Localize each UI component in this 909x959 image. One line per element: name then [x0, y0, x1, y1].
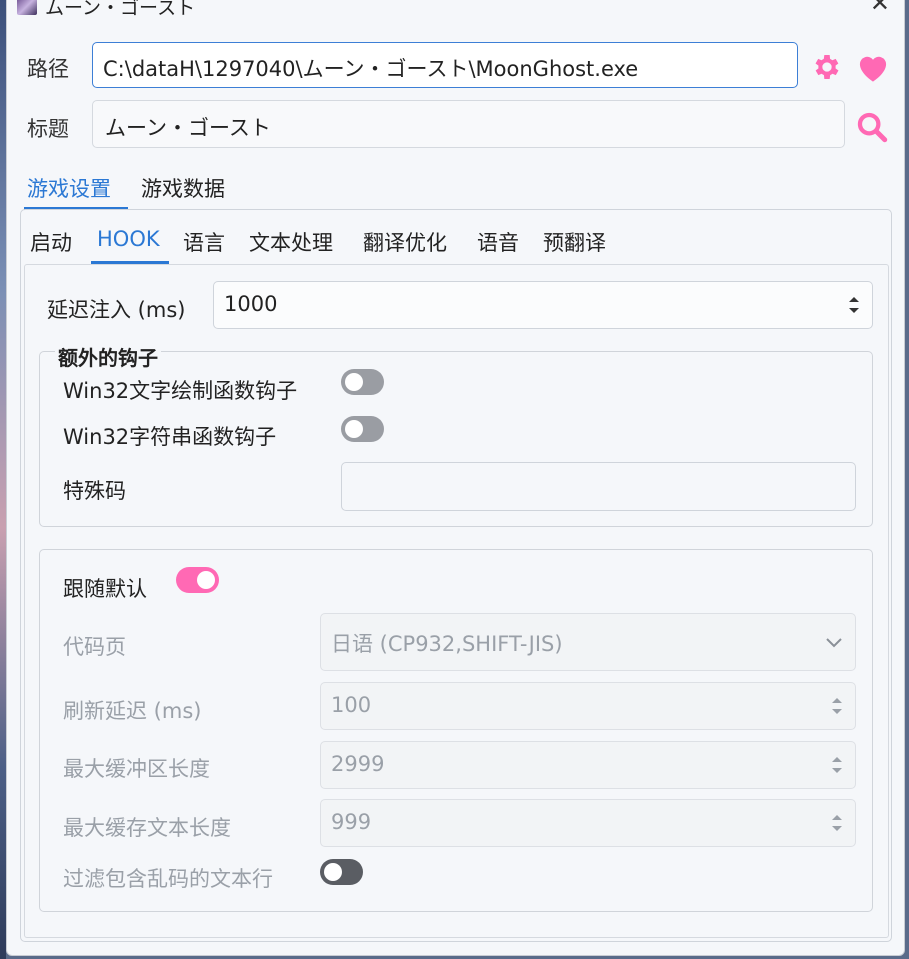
spin-arrows-icon[interactable] [831, 812, 843, 834]
max-cache-label: 最大缓存文本长度 [63, 816, 231, 840]
win32-string-hook-toggle[interactable] [341, 416, 384, 442]
window-title: ムーン・ゴースト [45, 0, 196, 19]
win32-string-hook-label: Win32字符串函数钩子 [63, 425, 277, 449]
max-buffer-value: 2999 [331, 752, 385, 776]
special-code-label: 特殊码 [63, 479, 126, 503]
special-code-input[interactable] [341, 462, 856, 511]
spin-arrows-icon[interactable] [831, 754, 843, 776]
refresh-delay-spinbox[interactable]: 100 [320, 682, 856, 730]
follow-default-toggle[interactable] [176, 567, 219, 593]
max-buffer-spinbox[interactable]: 2999 [320, 741, 856, 789]
tab-game-settings[interactable]: 游戏设置 [27, 173, 111, 203]
delay-inject-value: 1000 [224, 292, 278, 316]
subtab-translation-optimization[interactable]: 翻译优化 [363, 227, 447, 257]
max-cache-spinbox[interactable]: 999 [320, 799, 856, 847]
title-bar: ムーン・ゴースト ✕ [7, 0, 904, 19]
search-icon[interactable] [855, 110, 889, 148]
app-icon [17, 0, 37, 15]
filter-garbled-label: 过滤包含乱码的文本行 [63, 867, 273, 891]
path-input[interactable]: C:\dataH\1297040\ムーン・ゴースト\MoonGhost.exe [92, 42, 798, 88]
subtab-launch[interactable]: 启动 [30, 227, 72, 257]
tab-game-data[interactable]: 游戏数据 [141, 173, 225, 203]
win32-text-hook-toggle[interactable] [341, 369, 384, 395]
refresh-delay-value: 100 [331, 693, 372, 717]
game-settings-window: ムーン・ゴースト ✕ 路径 C:\dataH\1297040\ムーン・ゴースト\… [6, 0, 905, 956]
subtab-hook[interactable]: HOOK [97, 227, 160, 251]
max-buffer-label: 最大缓冲区长度 [63, 757, 210, 781]
subtab-voice[interactable]: 语音 [477, 227, 519, 257]
subtab-pre-translation[interactable]: 预翻译 [543, 227, 606, 257]
title-label: 标题 [27, 117, 69, 141]
heart-icon[interactable] [855, 51, 891, 87]
title-input[interactable]: ムーン・ゴースト [92, 100, 845, 148]
gear-icon[interactable] [811, 51, 843, 87]
subtab-text-processing[interactable]: 文本处理 [249, 227, 333, 257]
delay-inject-spinbox[interactable]: 1000 [213, 281, 873, 329]
codepage-label: 代码页 [63, 635, 126, 659]
max-cache-value: 999 [331, 810, 372, 834]
win32-text-hook-label: Win32文字绘制函数钩子 [63, 379, 298, 403]
refresh-delay-label: 刷新延迟 (ms) [63, 699, 202, 723]
chevron-down-icon [826, 638, 842, 648]
default-settings-group [39, 549, 873, 912]
close-icon[interactable]: ✕ [870, 0, 890, 15]
spin-arrows-icon[interactable] [831, 695, 843, 717]
subtab-language[interactable]: 语言 [183, 227, 225, 257]
path-label: 路径 [27, 57, 69, 81]
codepage-select[interactable]: 日语 (CP932,SHIFT-JIS) [320, 613, 856, 671]
follow-default-label: 跟随默认 [63, 577, 147, 601]
extra-hooks-title: 额外的钩子 [55, 342, 161, 371]
spin-arrows-icon[interactable] [848, 294, 860, 316]
codepage-value: 日语 (CP932,SHIFT-JIS) [331, 632, 563, 656]
delay-inject-label: 延迟注入 (ms) [47, 298, 186, 322]
filter-garbled-toggle[interactable] [320, 859, 363, 885]
